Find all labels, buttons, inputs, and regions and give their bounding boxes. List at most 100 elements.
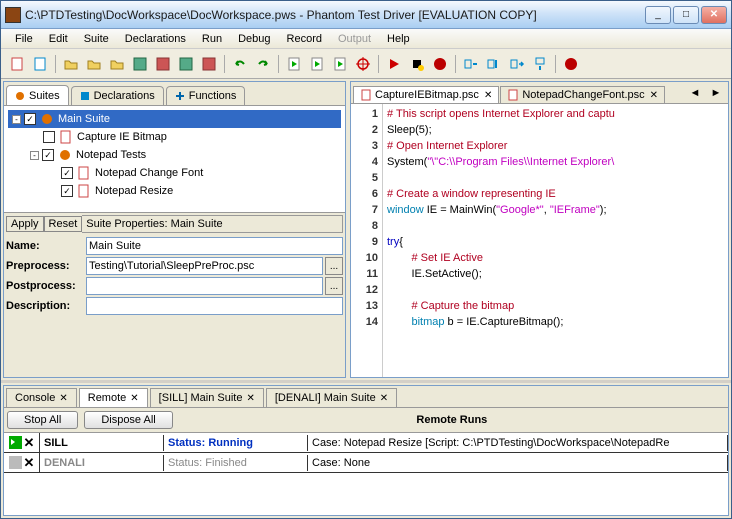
- code-area[interactable]: # This script opens Internet Explorer an…: [383, 104, 728, 377]
- tree-item[interactable]: ✓Notepad Resize: [8, 182, 341, 200]
- suite-tree[interactable]: -✓Main SuiteCapture IE Bitmap-✓Notepad T…: [4, 106, 345, 212]
- name-input[interactable]: [86, 237, 343, 255]
- case-cell: Case: Notepad Resize [Script: C:\PTDTest…: [308, 435, 728, 451]
- editor-tab[interactable]: NotepadChangeFont.psc✕: [500, 86, 665, 103]
- tb-step3-icon[interactable]: [507, 54, 527, 74]
- minimize-button[interactable]: _: [645, 6, 671, 24]
- postprocess-input[interactable]: [86, 277, 323, 295]
- app-icon: [5, 7, 21, 23]
- close-button[interactable]: ✕: [701, 6, 727, 24]
- tb-doc2-icon[interactable]: [307, 54, 327, 74]
- reset-button[interactable]: Reset: [44, 216, 83, 232]
- tb-new2-icon[interactable]: [30, 54, 50, 74]
- checkbox[interactable]: ✓: [42, 149, 54, 161]
- code-line[interactable]: Sleep(5);: [387, 122, 724, 138]
- preprocess-browse-button[interactable]: ...: [325, 257, 343, 275]
- remote-row[interactable]: ✕DENALIStatus: FinishedCase: None: [4, 453, 728, 473]
- tb-doc3-icon[interactable]: [330, 54, 350, 74]
- code-line[interactable]: [387, 170, 724, 186]
- tab-next-icon[interactable]: ►: [706, 83, 726, 103]
- menu-edit[interactable]: Edit: [41, 31, 76, 47]
- bottom-tab[interactable]: Remote✕: [79, 388, 148, 407]
- code-line[interactable]: # This script opens Internet Explorer an…: [387, 106, 724, 122]
- apply-button[interactable]: Apply: [6, 216, 44, 232]
- checkbox[interactable]: [43, 131, 55, 143]
- code-line[interactable]: bitmap b = IE.CaptureBitmap();: [387, 314, 724, 330]
- close-tab-icon[interactable]: ✕: [484, 90, 492, 101]
- close-tab-icon[interactable]: ✕: [246, 393, 254, 404]
- tree-item[interactable]: -✓Notepad Tests: [8, 146, 341, 164]
- menu-record[interactable]: Record: [279, 31, 330, 47]
- tb-new-icon[interactable]: [7, 54, 27, 74]
- tab-declarations[interactable]: Declarations: [71, 86, 164, 105]
- code-line[interactable]: window IE = MainWin("Google*", "IEFrame"…: [387, 202, 724, 218]
- postprocess-browse-button[interactable]: ...: [325, 277, 343, 295]
- properties-panel: Name: Preprocess:... Postprocess:... Des…: [4, 235, 345, 377]
- tb-save3-icon[interactable]: [176, 54, 196, 74]
- tb-run2-icon[interactable]: [407, 54, 427, 74]
- tb-stop-icon[interactable]: [430, 54, 450, 74]
- bottom-tab[interactable]: Console✕: [6, 388, 77, 407]
- tb-step4-icon[interactable]: [530, 54, 550, 74]
- bottom-tab[interactable]: [DENALI] Main Suite✕: [266, 388, 397, 407]
- tb-run-icon[interactable]: [384, 54, 404, 74]
- maximize-button[interactable]: □: [673, 6, 699, 24]
- tb-step2-icon[interactable]: [484, 54, 504, 74]
- code-line[interactable]: # Set IE Active: [387, 250, 724, 266]
- close-tab-icon[interactable]: ✕: [380, 393, 388, 404]
- tb-save-icon[interactable]: [130, 54, 150, 74]
- code-line[interactable]: [387, 282, 724, 298]
- tab-suites[interactable]: Suites: [6, 85, 69, 105]
- checkbox[interactable]: ✓: [61, 167, 73, 179]
- tb-step1-icon[interactable]: [461, 54, 481, 74]
- remote-row[interactable]: ✕SILLStatus: RunningCase: Notepad Resize…: [4, 433, 728, 453]
- tb-redo-icon[interactable]: [253, 54, 273, 74]
- tab-functions[interactable]: Functions: [166, 86, 246, 105]
- checkbox[interactable]: ✓: [24, 113, 36, 125]
- stop-all-button[interactable]: Stop All: [7, 411, 78, 429]
- close-tab-icon[interactable]: ✕: [59, 393, 67, 404]
- menu-declarations[interactable]: Declarations: [117, 31, 194, 47]
- checkbox[interactable]: ✓: [61, 185, 73, 197]
- menu-debug[interactable]: Debug: [230, 31, 278, 47]
- tree-item[interactable]: -✓Main Suite: [8, 110, 341, 128]
- tab-prev-icon[interactable]: ◄: [685, 83, 705, 103]
- menu-output[interactable]: Output: [330, 31, 379, 47]
- code-line[interactable]: # Create a window representing IE: [387, 186, 724, 202]
- menu-run[interactable]: Run: [194, 31, 230, 47]
- tree-item[interactable]: ✓Notepad Change Font: [8, 164, 341, 182]
- code-line[interactable]: try{: [387, 234, 724, 250]
- tb-open3-icon[interactable]: [107, 54, 127, 74]
- menu-help[interactable]: Help: [379, 31, 418, 47]
- tb-save4-icon[interactable]: [199, 54, 219, 74]
- expand-icon[interactable]: -: [12, 115, 21, 124]
- tb-target-icon[interactable]: [353, 54, 373, 74]
- code-line[interactable]: [387, 218, 724, 234]
- tb-save2-icon[interactable]: [153, 54, 173, 74]
- editor-tab[interactable]: CaptureIEBitmap.psc✕: [353, 86, 499, 103]
- tb-open-icon[interactable]: [61, 54, 81, 74]
- tb-stop2-icon[interactable]: [561, 54, 581, 74]
- dispose-all-button[interactable]: Dispose All: [84, 411, 172, 429]
- tb-doc1-icon[interactable]: [284, 54, 304, 74]
- tb-undo-icon[interactable]: [230, 54, 250, 74]
- bottom-tab[interactable]: [SILL] Main Suite✕: [150, 388, 264, 407]
- tb-open2-icon[interactable]: [84, 54, 104, 74]
- code-editor[interactable]: 1234567891011121314 # This script opens …: [351, 104, 728, 377]
- expand-icon[interactable]: -: [30, 151, 39, 160]
- tree-item[interactable]: Capture IE Bitmap: [8, 128, 341, 146]
- menu-file[interactable]: File: [7, 31, 41, 47]
- preprocess-input[interactable]: [86, 257, 323, 275]
- code-line[interactable]: System("\"C:\\Program Files\\Internet Ex…: [387, 154, 724, 170]
- code-line[interactable]: # Capture the bitmap: [387, 298, 724, 314]
- close-tab-icon[interactable]: ✕: [650, 90, 658, 101]
- line-number: 5: [355, 170, 378, 186]
- close-tab-icon[interactable]: ✕: [130, 393, 138, 404]
- code-line[interactable]: IE.SetActive();: [387, 266, 724, 282]
- delete-icon[interactable]: ✕: [24, 435, 35, 451]
- menu-suite[interactable]: Suite: [76, 31, 117, 47]
- titlebar[interactable]: C:\PTDTesting\DocWorkspace\DocWorkspace.…: [1, 1, 731, 29]
- description-input[interactable]: [86, 297, 343, 315]
- delete-icon[interactable]: ✕: [24, 455, 35, 471]
- code-line[interactable]: # Open Internet Explorer: [387, 138, 724, 154]
